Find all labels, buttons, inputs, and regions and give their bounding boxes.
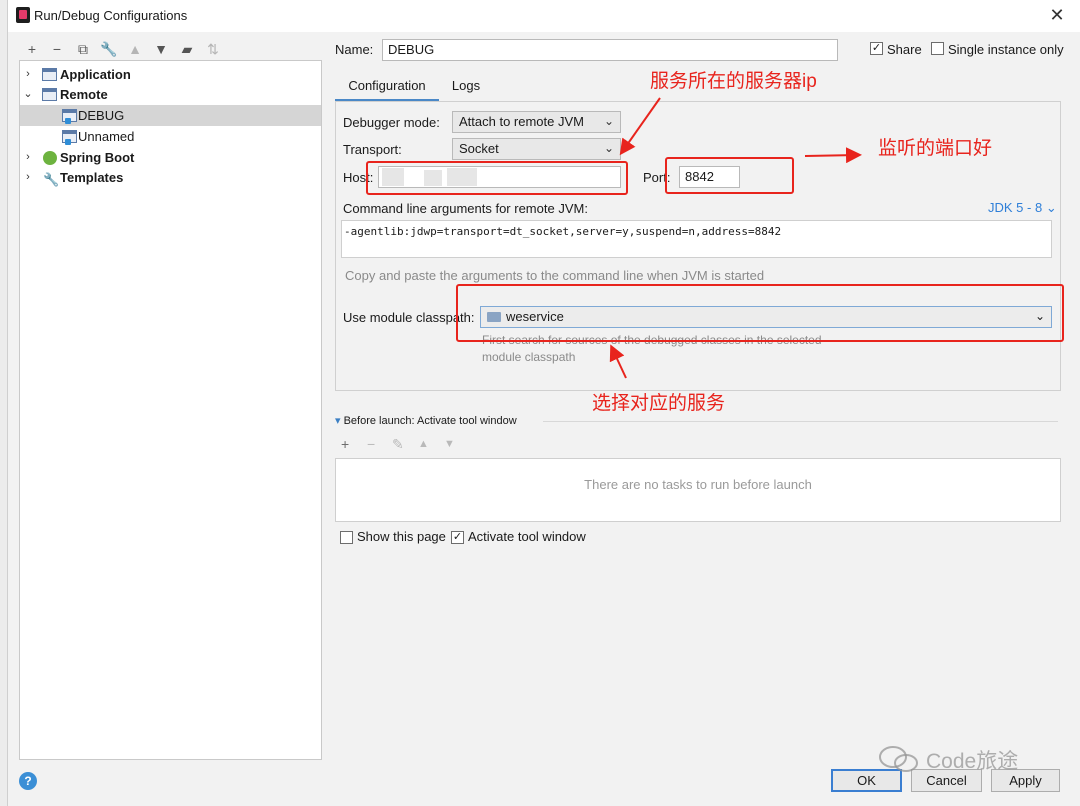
annotation-service: 选择对应的服务 [592,393,726,414]
remote-config-icon [62,109,77,124]
transport-select[interactable]: Socket ⌄ [452,138,621,160]
transport-label: Transport: [343,142,402,157]
watermark-text: Code旅途 [926,750,1019,773]
sort-icon[interactable]: ⇅ [204,40,222,58]
debugger-mode-label: Debugger mode: [343,115,440,130]
cmd-args-hint: Copy and paste the arguments to the comm… [345,268,765,283]
edit-task-icon[interactable]: ✎ [392,436,404,453]
share-checkbox[interactable]: ✓ [870,42,883,55]
chevron-right-icon[interactable]: › [22,167,34,188]
single-instance-label[interactable]: Single instance only [948,42,1064,57]
window-title: Run/Debug Configurations [34,8,188,23]
chevron-right-icon[interactable]: › [22,147,34,168]
show-page-checkbox[interactable] [340,531,353,544]
debugger-mode-select[interactable]: Attach to remote JVM ⌄ [452,111,621,133]
jdk-version-dropdown[interactable]: JDK 5 - 8 ⌄ [988,200,1057,216]
cmd-args-text[interactable]: -agentlib:jdwp=transport=dt_socket,serve… [341,220,1052,258]
chevron-right-icon[interactable]: › [22,64,34,85]
annotation-box-port [665,157,794,194]
jdk-version-label: JDK 5 - 8 [988,200,1043,215]
add-task-icon[interactable]: + [341,436,349,452]
tree-item-debug[interactable]: DEBUG [20,105,321,126]
tree-item-unnamed[interactable]: Unnamed [20,126,321,147]
configuration-tree: › Application ⌄ Remote DEBUG Unnamed › S… [19,60,322,760]
tree-item-label: Application [60,67,131,82]
wechat-logo-icon [879,746,918,772]
before-launch-task-list[interactable]: There are no tasks to run before launch [335,458,1061,522]
wrench-icon: 🔧 [43,172,60,187]
tree-item-spring-boot[interactable]: › Spring Boot [20,147,321,168]
help-icon[interactable]: ? [19,772,37,790]
chevron-down-icon[interactable]: ⌄ [22,84,34,105]
transport-value: Socket [459,141,499,156]
tree-item-label: Unnamed [78,129,135,144]
remote-icon [42,88,57,101]
application-icon [42,68,57,81]
name-label: Name: [335,42,374,57]
activate-tool-window-label[interactable]: Activate tool window [468,529,586,544]
cmd-args-label: Command line arguments for remote JVM: [343,201,588,216]
divider [543,421,1058,422]
tab-logs[interactable]: Logs [446,72,486,102]
annotation-box-module [456,284,1064,342]
background-window-edge [0,0,8,806]
tree-item-label: Templates [60,170,124,185]
before-launch-title: Before launch: Activate tool window [343,415,517,427]
before-launch-header[interactable]: ▾ Before launch: Activate tool window [335,414,517,427]
spring-boot-icon [43,151,57,165]
close-button[interactable]: ✕ [1046,4,1068,26]
single-instance-checkbox[interactable] [931,42,944,55]
debugger-mode-value: Attach to remote JVM [459,114,584,129]
chevron-down-icon: ⌄ [1045,200,1057,215]
chevron-down-icon: ⌄ [603,114,614,128]
annotation-server-ip: 服务所在的服务器ip [650,71,817,92]
module-hint: module classpath [482,350,576,364]
move-down-icon[interactable]: ▼ [152,40,170,58]
move-up-icon[interactable]: ▲ [418,438,429,450]
chevron-down-icon: ⌄ [603,141,614,155]
name-input[interactable]: DEBUG [382,39,838,61]
watermark: Code旅途 [878,743,1058,775]
copy-icon[interactable]: ⧉ [74,40,92,58]
annotation-port: 监听的端口好 [878,138,993,159]
tree-item-label: Remote [60,87,108,102]
tree-item-label: Spring Boot [60,150,135,165]
collapse-triangle-icon: ▾ [335,415,341,427]
new-folder-icon[interactable]: ▰ [178,40,196,58]
tree-item-application[interactable]: › Application [20,64,321,85]
show-page-label[interactable]: Show this page [357,529,446,544]
module-classpath-label: Use module classpath: [343,310,475,325]
activate-tool-window-checkbox[interactable]: ✓ [451,531,464,544]
move-up-icon[interactable]: ▲ [126,40,144,58]
annotation-box-host [366,161,628,195]
add-icon[interactable]: + [23,40,41,58]
tree-item-remote[interactable]: ⌄ Remote [20,84,321,105]
share-label[interactable]: Share [887,42,922,57]
move-down-icon[interactable]: ▼ [444,438,455,450]
tab-configuration[interactable]: Configuration [335,72,439,102]
tree-item-label: DEBUG [78,108,125,123]
remove-task-icon[interactable]: − [367,436,375,452]
remove-icon[interactable]: − [48,40,66,58]
intellij-app-icon [16,7,30,23]
remote-config-icon [62,130,77,145]
wrench-icon[interactable]: 🔧 [100,40,118,58]
tree-item-templates[interactable]: › 🔧 Templates [20,167,321,188]
empty-tasks-text: There are no tasks to run before launch [584,477,812,492]
